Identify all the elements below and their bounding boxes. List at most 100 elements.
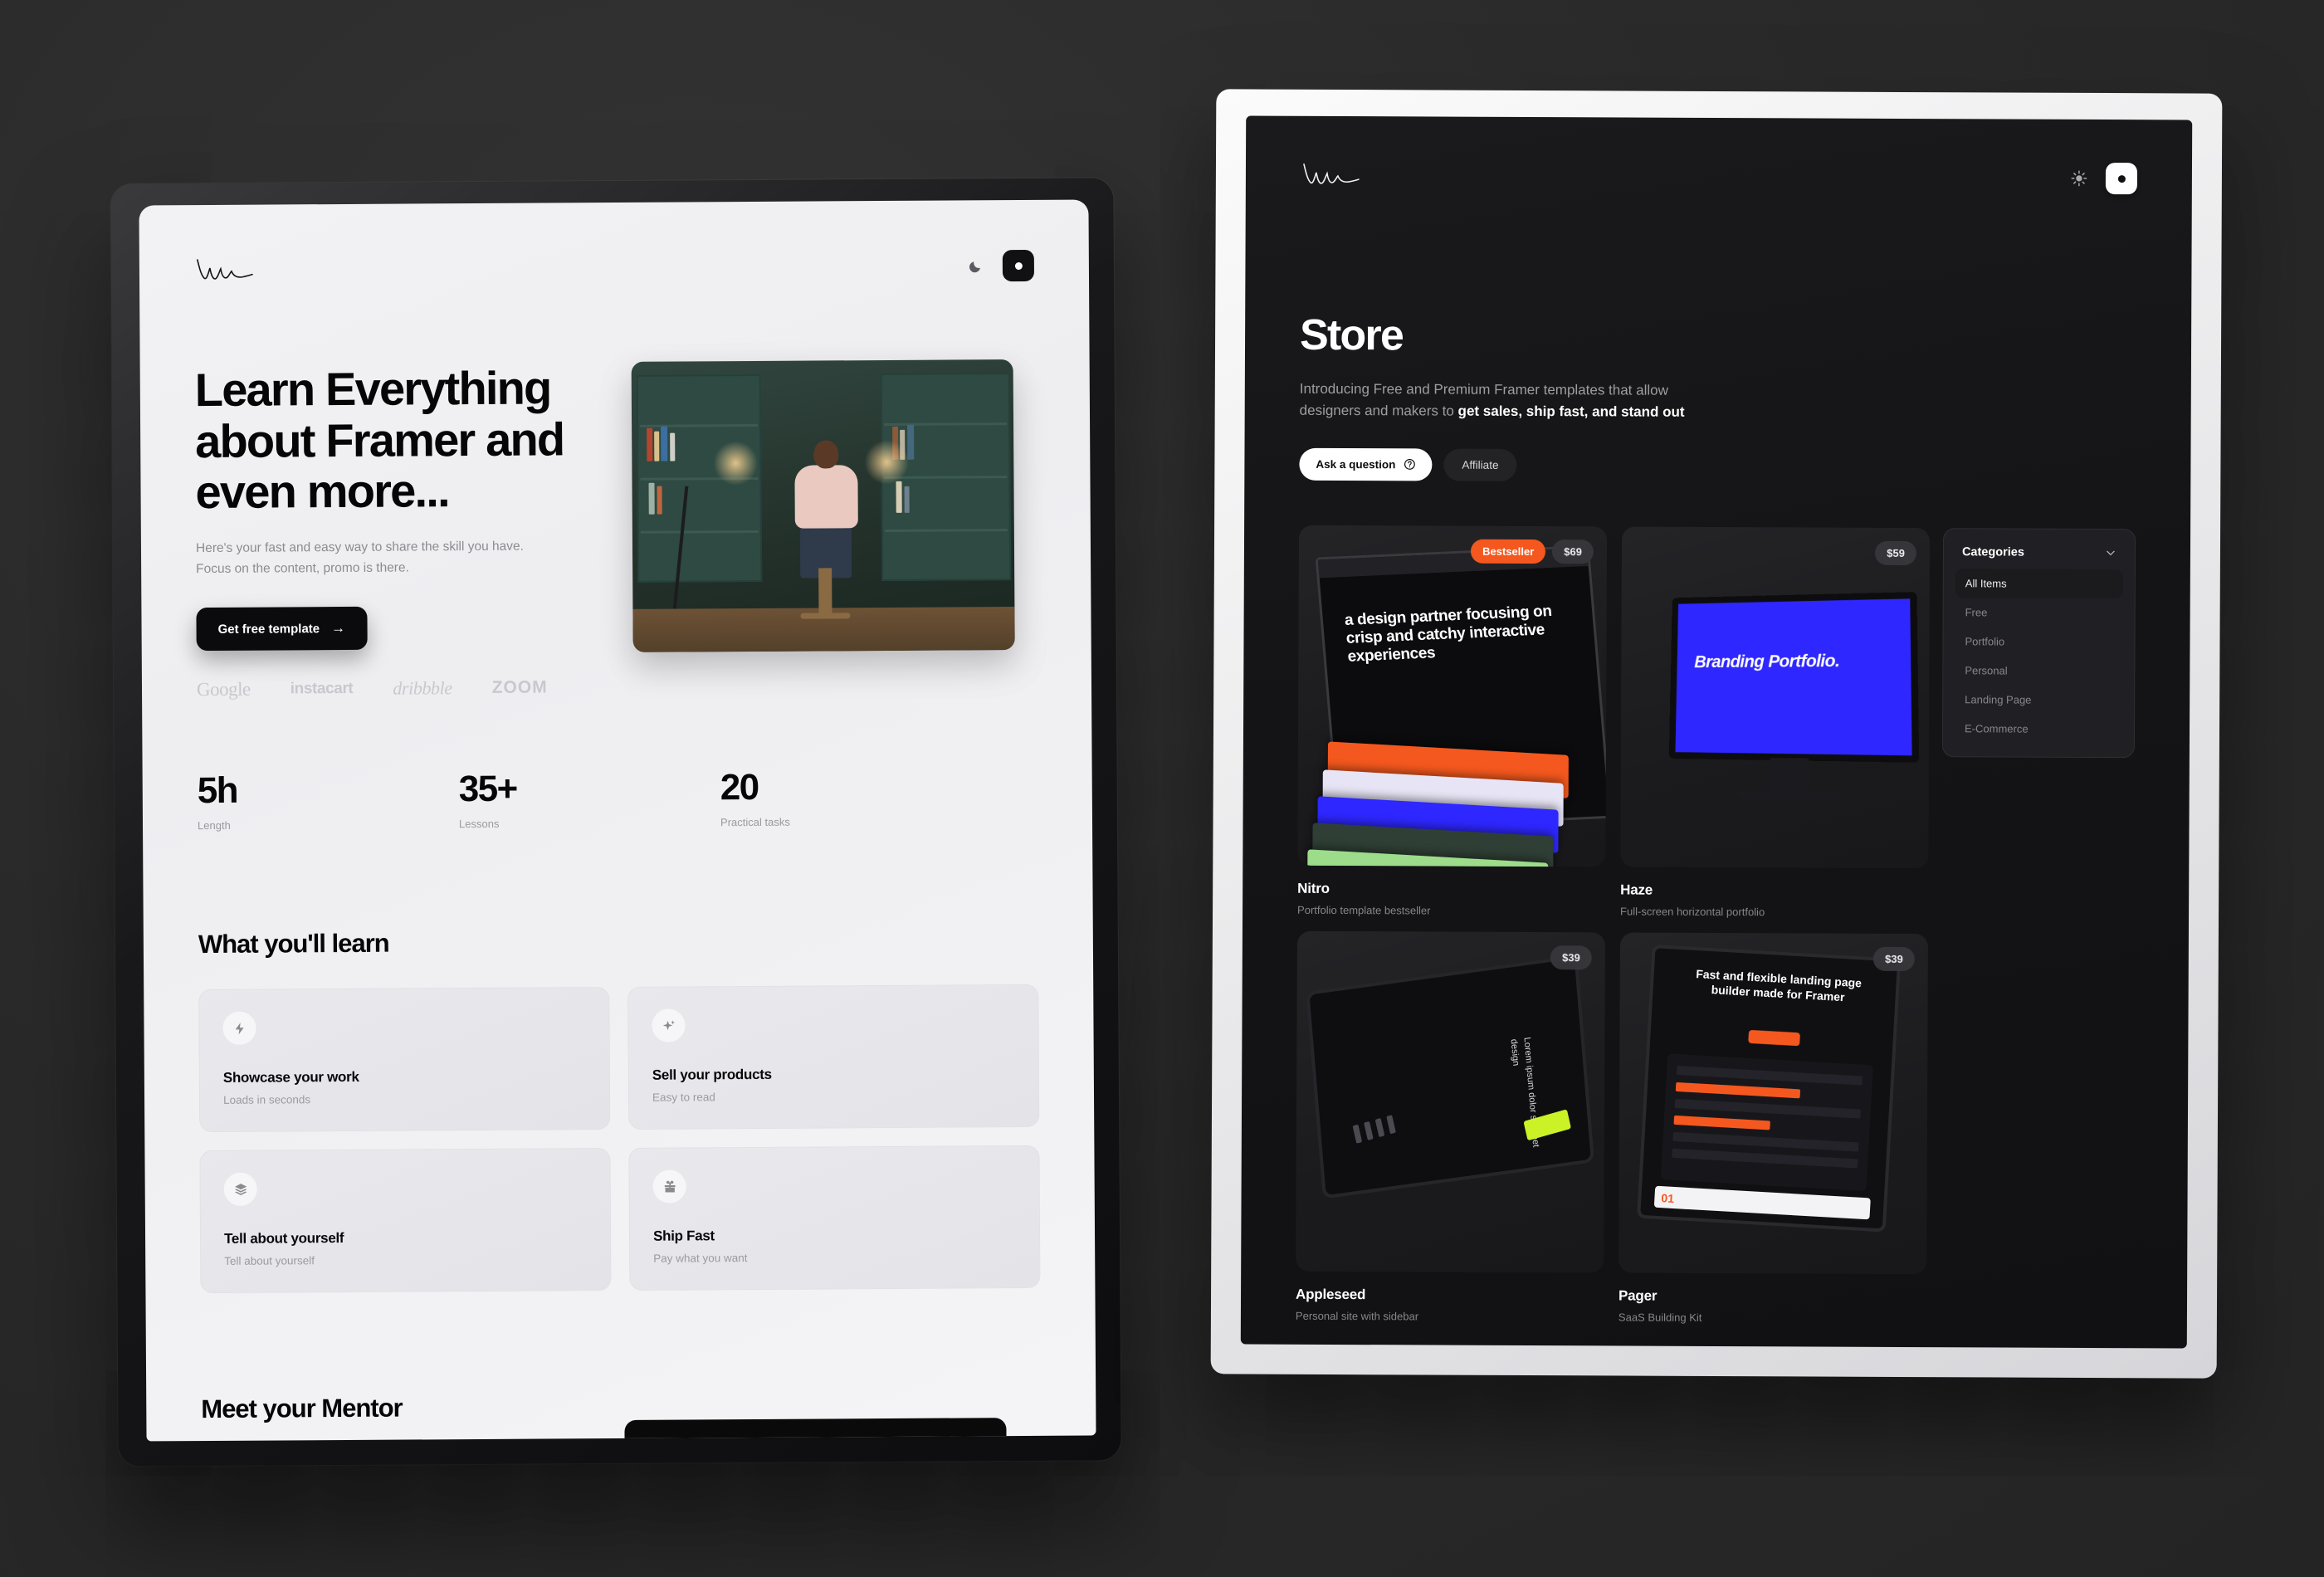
categories-header[interactable]: Categories [1955, 542, 2123, 569]
product-thumbnail[interactable]: $39 Fast and flexible landing page build… [1618, 932, 1928, 1274]
product-card[interactable]: $39 Lorem ipsum dolor sit amet design Ap… [1296, 930, 1605, 1323]
affiliate-label: Affiliate [1462, 458, 1499, 471]
left-theme-toggle-group[interactable] [968, 249, 1035, 282]
appleseed-artwork: Lorem ipsum dolor sit amet design [1306, 954, 1595, 1199]
product-card[interactable]: Bestseller $69 a design partner focusing… [1297, 525, 1608, 917]
right-theme-toggle-group[interactable] [2071, 163, 2138, 195]
gift-icon [652, 1169, 686, 1204]
hero-section: Learn Everything about Framer and even m… [195, 359, 1037, 701]
categories-panel: Categories All Items Free Portfolio Pers… [1941, 527, 2136, 758]
store-subtitle: Introducing Free and Premium Framer temp… [1300, 378, 1702, 423]
learn-card[interactable]: Showcase your work Loads in seconds [198, 987, 611, 1133]
learn-card-subtitle: Easy to read [652, 1091, 715, 1104]
price-badge: $69 [1552, 539, 1594, 564]
theme-toggle-dark-button[interactable] [1002, 249, 1035, 282]
product-badges: $39 [1550, 945, 1592, 970]
product-name: Haze [1620, 881, 1653, 898]
stat-item: 5h Length [198, 769, 459, 832]
category-item-personal[interactable]: Personal [1955, 656, 2122, 686]
ask-a-question-button[interactable]: Ask a question [1299, 447, 1433, 481]
get-free-template-button[interactable]: Get free template → [196, 606, 368, 652]
right-topbar [1301, 144, 2138, 209]
arrow-right-icon: → [331, 619, 346, 637]
learn-card[interactable]: Ship Fast Pay what you want [628, 1145, 1041, 1291]
store-title: Store [1299, 310, 1404, 360]
brand-logo-row: Google instacart dribbble ZOOM [197, 676, 595, 701]
product-thumbnail[interactable]: $59 Branding Portfolio. [1620, 526, 1931, 868]
status-badge: Bestseller [1471, 539, 1546, 564]
product-description: Personal site with sidebar [1295, 1309, 1419, 1323]
product-name: Pager [1618, 1287, 1658, 1304]
product-name: Appleseed [1296, 1286, 1366, 1302]
toggle-dot [2117, 174, 2126, 183]
chevron-down-icon[interactable] [2105, 547, 2116, 559]
stats-row: 5h Length 35+ Lessons 20 Practical tasks [198, 765, 1038, 832]
moon-icon[interactable] [968, 257, 984, 274]
left-topbar [194, 232, 1035, 305]
affiliate-button[interactable]: Affiliate [1443, 448, 1517, 481]
product-card[interactable]: $39 Fast and flexible landing page build… [1618, 932, 1928, 1325]
logo-dribbble: dribbble [393, 677, 452, 699]
nitro-art-text: a design partner focusing on crisp and c… [1344, 602, 1553, 666]
right-device-frame: Store Introducing Free and Premium Frame… [1210, 89, 2223, 1379]
product-name: Nitro [1297, 880, 1330, 896]
ask-label: Ask a question [1316, 457, 1396, 471]
right-screen: Store Introducing Free and Premium Frame… [1240, 115, 2193, 1349]
hero-subtitle: Here's your fast and easy way to share t… [195, 539, 524, 576]
category-item-landing-page[interactable]: Landing Page [1955, 685, 2122, 715]
store-subtitle-bold: get sales, ship fast, and stand out [1457, 403, 1685, 420]
stat-value: 5h [197, 769, 238, 812]
pager-art-text: Fast and flexible landing page builder m… [1695, 966, 1863, 1003]
sparkle-icon [652, 1008, 686, 1042]
logo-zoom: ZOOM [491, 677, 548, 697]
theme-toggle-light-button[interactable] [2105, 163, 2138, 195]
product-description: SaaS Building Kit [1618, 1311, 1702, 1324]
price-badge: $39 [1550, 945, 1592, 970]
stat-label: Lessons [458, 817, 500, 831]
learn-card-subtitle: Tell about yourself [224, 1254, 315, 1267]
product-thumbnail[interactable]: $39 Lorem ipsum dolor sit amet design [1296, 930, 1605, 1273]
product-grid: Bestseller $69 a design partner focusing… [1296, 525, 1931, 1325]
question-circle-icon [1404, 459, 1415, 470]
left-screen: Learn Everything about Framer and even m… [139, 199, 1096, 1442]
learn-card-subtitle: Loads in seconds [222, 1093, 311, 1106]
learn-card[interactable]: Sell your products Easy to read [627, 984, 1040, 1130]
category-item-free[interactable]: Free [1955, 598, 2123, 627]
store-content: Bestseller $69 a design partner focusing… [1296, 525, 2136, 1325]
learn-card-subtitle: Pay what you want [653, 1252, 748, 1265]
layers-icon [223, 1172, 257, 1206]
appleseed-art-text: Lorem ipsum dolor sit amet design [1508, 1036, 1541, 1148]
stat-label: Practical tasks [720, 815, 790, 829]
product-thumbnail[interactable]: Bestseller $69 a design partner focusing… [1297, 525, 1608, 867]
hero-image-background [632, 359, 1015, 652]
learn-cards-grid: Showcase your work Loads in seconds Sell… [198, 984, 1041, 1294]
hero-image [631, 359, 1015, 652]
category-item-all-items[interactable]: All Items [1955, 568, 2123, 598]
category-item-portfolio[interactable]: Portfolio [1955, 627, 2122, 657]
product-description: Portfolio template bestseller [1297, 903, 1431, 917]
signature-logo[interactable] [194, 256, 256, 285]
product-badges: $39 [1873, 946, 1915, 971]
mentor-portrait [624, 1418, 1008, 1442]
section-title-mentor: Meet your Mentor [201, 1393, 403, 1424]
cta-label: Get free template [217, 621, 320, 637]
left-device-frame: Learn Everything about Framer and even m… [110, 178, 1121, 1467]
page-title: Learn Everything about Framer and even m… [194, 361, 564, 519]
sun-icon[interactable] [2071, 170, 2087, 187]
category-item-e-commerce[interactable]: E-Commerce [1955, 714, 2122, 744]
pager-artwork: Fast and flexible landing page builder m… [1637, 944, 1902, 1233]
section-title-learn: What you'll learn [198, 928, 389, 959]
store-actions: Ask a question Affiliate [1299, 447, 2136, 483]
product-description: Full-screen horizontal portfolio [1620, 905, 1765, 918]
logo-google: Google [196, 678, 251, 701]
learn-card[interactable]: Tell about yourself Tell about yourself [199, 1148, 612, 1294]
stat-item: 35+ Lessons [459, 767, 720, 830]
product-card[interactable]: $59 Branding Portfolio. Haze Full-screen… [1620, 526, 1931, 919]
toggle-dot [1014, 261, 1023, 270]
learn-card-title: Showcase your work [222, 1068, 359, 1086]
signature-logo[interactable] [1301, 161, 1362, 189]
product-badges: Bestseller $69 [1471, 539, 1594, 564]
haze-art-text: Branding Portfolio. [1694, 651, 1840, 671]
stat-item: 20 Practical tasks [720, 765, 982, 828]
learn-card-title: Tell about yourself [223, 1230, 344, 1247]
